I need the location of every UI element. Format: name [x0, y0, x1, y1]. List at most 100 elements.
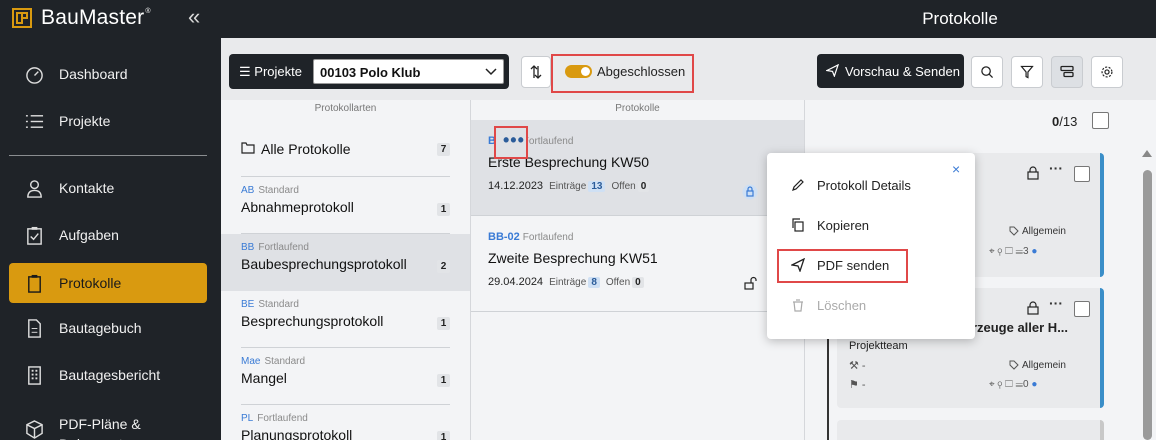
column-header: Protokollarten	[314, 103, 377, 114]
sidebar-item-protokolle[interactable]: Protokolle	[9, 263, 207, 303]
protocol-item[interactable]: BB-02 Fortlaufend Zweite Besprechung KW51…	[471, 216, 804, 312]
type-name: Planungsprotokoll	[241, 427, 353, 440]
lock-icon	[742, 184, 758, 200]
sidebar-item-bautagesbericht[interactable]: Bautagesbericht	[9, 355, 207, 395]
dashboard-icon	[26, 67, 43, 84]
count-badge: 1	[437, 317, 450, 330]
search-icon	[981, 66, 994, 79]
type-name: Besprechungsprotokoll	[241, 313, 384, 329]
menu-item-kopieren[interactable]: Kopieren	[767, 207, 975, 245]
sidebar-item-aufgaben[interactable]: Aufgaben	[9, 215, 207, 255]
cube-icon	[26, 420, 43, 439]
protocol-meta: 29.04.2024 Einträge 8 Offen 0	[488, 276, 644, 288]
tasks-view-icon	[1060, 65, 1074, 78]
count-badge: 1	[437, 203, 450, 216]
scroll-thumb[interactable]	[1143, 170, 1152, 440]
count-badge: 1	[437, 374, 450, 387]
more-icon[interactable]: ···	[1049, 295, 1063, 311]
sidebar-item-label: Dashboard	[59, 66, 128, 82]
filter-icon	[1020, 65, 1034, 79]
entry-checkbox[interactable]	[1074, 301, 1090, 317]
protocol-type-item-selected[interactable]: BB Fortlaufend Baubesprechungsprotokoll 2	[221, 234, 470, 291]
sidebar-item-dashboard[interactable]: Dashboard	[9, 54, 207, 94]
count-badge: 7	[437, 143, 450, 156]
lock-icon	[1027, 301, 1039, 315]
sidebar-divider	[9, 155, 207, 156]
category-tag: Allgemein	[1009, 226, 1066, 237]
count-badge: 2	[437, 260, 450, 273]
settings-button[interactable]	[1091, 56, 1123, 88]
unlock-icon	[744, 276, 757, 290]
collapse-sidebar-button[interactable]: «	[188, 6, 200, 28]
type-code: BE Standard	[241, 299, 299, 310]
type-name: Abnahmeprotokoll	[241, 199, 354, 215]
lock-icon	[1027, 166, 1039, 180]
sidebar-item-label: Protokolle	[59, 275, 122, 291]
sidebar-item-projekte[interactable]: Projekte	[9, 101, 207, 141]
person-icon	[27, 180, 42, 198]
protocol-type-item[interactable]: Mae Standard Mangel 1	[221, 348, 470, 405]
select-all-checkbox[interactable]	[1092, 112, 1109, 129]
protocol-more-button[interactable]: •••	[494, 126, 528, 159]
preview-send-button[interactable]: Vorschau & Senden	[817, 54, 964, 88]
top-bar: BauMaster® « Protokolle	[0, 0, 1156, 38]
project-selector: ☰ Projekte 00103 Polo Klub	[229, 54, 509, 89]
chevron-down-icon	[485, 68, 497, 76]
entry-icons: ⌖ ⚲ ☐ ☰0 ●	[989, 379, 1038, 390]
protocol-id: BB-02 Fortlaufend	[488, 231, 574, 243]
menu-item-label: Protokoll Details	[817, 178, 911, 193]
sidebar-item-bautagebuch[interactable]: Bautagebuch	[9, 308, 207, 348]
selection-count: 0/13	[1052, 114, 1078, 129]
protocol-type-item[interactable]: AB Standard Abnahmeprotokoll 1	[221, 177, 470, 234]
sidebar: Dashboard Projekte Kontakte Aufgaben Pro…	[0, 38, 221, 440]
list-icon	[25, 115, 44, 128]
protocol-type-item[interactable]: PL Fortlaufend Planungsprotokoll 1	[221, 405, 470, 440]
app-title: BauMaster®	[41, 6, 151, 29]
scroll-up-arrow[interactable]	[1142, 150, 1152, 157]
filter-button[interactable]	[1011, 56, 1043, 88]
toolbar: ☰ Projekte 00103 Polo Klub Abgeschlossen…	[221, 38, 1156, 100]
more-icon: •••	[503, 130, 525, 150]
tag-icon	[1009, 226, 1019, 237]
entry-row: ⚑ -	[849, 379, 866, 391]
all-protocols-item[interactable]: Alle Protokolle 7	[221, 120, 470, 177]
menu-item-label: Löschen	[817, 298, 867, 313]
menu-item-label: Kopieren	[817, 218, 870, 233]
sidebar-item-kontakte[interactable]: Kontakte	[9, 168, 207, 208]
view-toggle-button[interactable]	[1051, 56, 1083, 88]
send-icon	[826, 64, 839, 77]
clipboard-check-icon	[27, 226, 42, 245]
entry-row: ⚒ -	[849, 360, 866, 372]
entry-title: hrzeuge aller H...	[964, 320, 1069, 335]
sidebar-item-pdf-plaene[interactable]: PDF-Pläne & Dokumente	[9, 402, 207, 440]
search-button[interactable]	[971, 56, 1003, 88]
entry-card[interactable]	[837, 420, 1104, 440]
pencil-icon	[792, 179, 804, 191]
project-dropdown[interactable]: 00103 Polo Klub	[313, 59, 504, 84]
highlight-box	[777, 249, 908, 283]
sidebar-item-label: Bautagesbericht	[59, 367, 161, 383]
sidebar-item-label: PDF-Pläne & Dokumente	[59, 416, 141, 440]
menu-item-protokoll-details[interactable]: Protokoll Details	[767, 167, 975, 205]
trash-icon	[793, 299, 803, 312]
tag-icon	[1009, 360, 1019, 371]
all-protocols-label: Alle Protokolle	[261, 141, 351, 157]
project-value: 00103 Polo Klub	[320, 65, 421, 80]
count-badge: 1	[437, 431, 450, 440]
category-tag: Allgemein	[1009, 360, 1066, 371]
protocol-context-menu: × Protokoll Details Kopieren PDF senden …	[767, 153, 975, 339]
entry-team: Projektteam	[849, 340, 908, 352]
document-icon	[28, 319, 41, 338]
building-icon	[28, 366, 41, 385]
menu-item-loeschen: Löschen	[767, 287, 975, 325]
scrollbar[interactable]	[1142, 150, 1152, 440]
sidebar-item-label: Aufgaben	[59, 227, 119, 243]
folder-icon	[241, 142, 255, 154]
type-code: AB Standard	[241, 185, 299, 196]
more-icon[interactable]: ···	[1049, 160, 1063, 176]
type-name: Mangel	[241, 370, 287, 386]
protocol-type-item[interactable]: BE Standard Besprechungsprotokoll 1	[221, 291, 470, 348]
protocol-name: Zweite Besprechung KW51	[488, 250, 658, 266]
entry-checkbox[interactable]	[1074, 166, 1090, 182]
sort-button[interactable]	[521, 56, 551, 88]
